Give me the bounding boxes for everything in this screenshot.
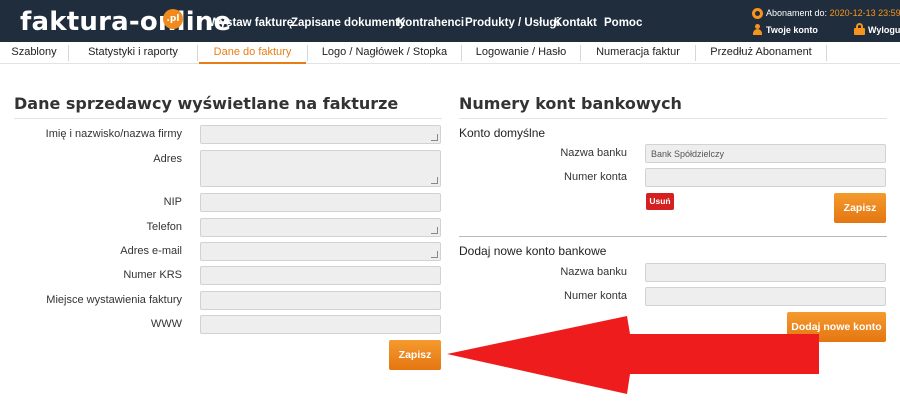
issue-place-label: Miejsce wystawienia faktury xyxy=(46,294,182,306)
red-arrow-left-icon xyxy=(447,316,819,394)
bank-save-button[interactable]: Zapisz xyxy=(834,193,886,223)
default-bank-name-label: Nazwa banku xyxy=(560,147,627,159)
address-label: Adres xyxy=(153,153,182,165)
krs-label: Numer KRS xyxy=(123,269,182,281)
nav-saved-documents[interactable]: Zapisane dokumenty xyxy=(291,17,405,29)
issue-place-field[interactable] xyxy=(200,291,441,310)
tab-invoice-data[interactable]: Dane do faktury xyxy=(199,42,306,64)
tab-extend-subscription[interactable]: Przedłuż Abonament xyxy=(696,42,826,64)
nav-contractors[interactable]: Kontrahenci xyxy=(397,17,464,29)
seller-section-title: Dane sprzedawcy wyświetlane na fakturze xyxy=(14,94,399,113)
default-account-title: Konto domyślne xyxy=(459,126,546,140)
subscription-date: 2020-12-13 23:59:59 xyxy=(829,8,900,18)
nip-label: NIP xyxy=(163,196,182,208)
www-label: WWW xyxy=(150,318,182,330)
top-header: faktura-online .pl Wystaw fakturę Zapisa… xyxy=(0,0,900,42)
tab-statistics[interactable]: Statystyki i raporty xyxy=(69,42,197,64)
nav-products-services[interactable]: Produkty / Usługi xyxy=(465,17,560,29)
nav-help[interactable]: Pomoc xyxy=(604,17,642,29)
seller-save-button[interactable]: Zapisz xyxy=(389,340,441,370)
default-account-number-label: Numer konta xyxy=(564,171,627,183)
krs-field[interactable] xyxy=(200,266,441,285)
tab-invoice-numbering[interactable]: Numeracja faktur xyxy=(581,42,695,64)
email-label: Adres e-mail xyxy=(120,245,182,257)
new-account-number-field[interactable] xyxy=(645,287,886,306)
subscription-label: Abonament do: xyxy=(766,8,828,18)
logo-badge: .pl xyxy=(163,9,183,29)
seller-name-label: Imię i nazwisko/nazwa firmy xyxy=(45,128,182,140)
bank-section-title: Numery kont bankowych xyxy=(459,94,682,113)
tab-login-password[interactable]: Logowanie / Hasło xyxy=(462,42,580,64)
default-account-number-field[interactable] xyxy=(645,168,886,187)
user-icon xyxy=(752,24,763,35)
nip-field[interactable] xyxy=(200,193,441,212)
logo[interactable]: faktura-online xyxy=(20,7,231,37)
email-field[interactable] xyxy=(200,242,441,261)
nav-issue-invoice[interactable]: Wystaw fakturę xyxy=(209,17,293,29)
www-field[interactable] xyxy=(200,315,441,334)
new-bank-name-label: Nazwa banku xyxy=(560,266,627,278)
new-account-number-label: Numer konta xyxy=(564,290,627,302)
lock-icon xyxy=(854,23,865,35)
nav-contact[interactable]: Kontakt xyxy=(554,17,597,29)
settings-tabs: Szablony Statystyki i raporty Dane do fa… xyxy=(0,42,900,64)
new-bank-name-field[interactable] xyxy=(645,263,886,282)
tab-logo-header-footer[interactable]: Logo / Nagłówek / Stopka xyxy=(308,42,461,64)
seller-name-field[interactable] xyxy=(200,125,441,144)
logout-link[interactable]: Wyloguj xyxy=(868,25,900,35)
account-link[interactable]: Twoje konto xyxy=(766,25,818,35)
subscription-info: Abonament do: 2020-12-13 23:59:59 xyxy=(766,8,900,18)
new-account-title: Dodaj nowe konto bankowe xyxy=(459,244,607,258)
phone-field[interactable] xyxy=(200,218,441,237)
clock-icon xyxy=(752,8,763,19)
delete-account-button[interactable]: Usuń xyxy=(646,193,674,210)
tab-templates[interactable]: Szablony xyxy=(0,42,68,64)
address-field[interactable] xyxy=(200,150,441,187)
phone-label: Telefon xyxy=(146,221,182,233)
default-bank-name-field[interactable]: Bank Spółdzielczy xyxy=(645,144,886,163)
